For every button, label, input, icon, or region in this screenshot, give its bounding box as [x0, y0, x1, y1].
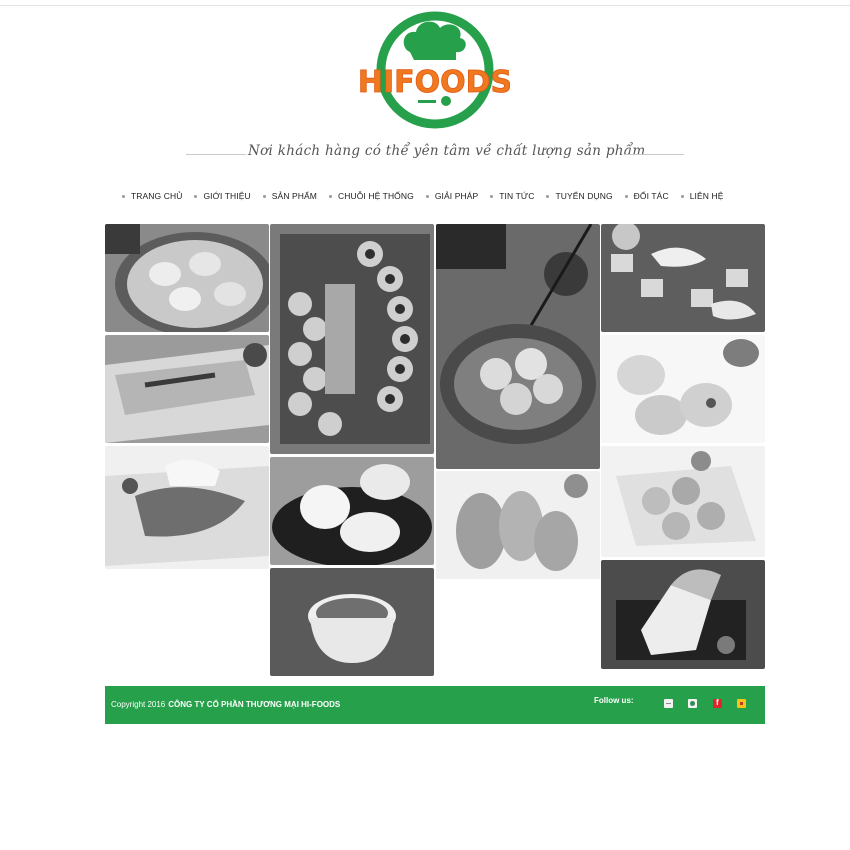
nav-label: GIẢI PHÁP: [434, 191, 479, 201]
social-icon-1[interactable]: [664, 699, 673, 708]
company-name: CÔNG TY CỔ PHẦN THƯƠNG MẠI HI-FOODS: [168, 700, 341, 709]
bullet-icon: [490, 194, 494, 198]
sliced-fruit-photo[interactable]: [601, 560, 765, 669]
soup-bowl-photo[interactable]: [270, 568, 434, 676]
bullet-icon: [122, 194, 125, 198]
bullet-icon: [546, 194, 550, 198]
nav-label: TRANG CHỦ: [131, 191, 183, 201]
slogan-bar: Nơi khách hàng có thể yên tâm về chất lư…: [186, 143, 684, 165]
nav-label: TIN TỨC: [499, 191, 535, 201]
copyright-text: Copyright 2016 CÔNG TY CỔ PHẦN THƯƠNG MẠI…: [111, 700, 340, 709]
social-icon-3[interactable]: [713, 698, 722, 708]
nav-label: LIÊN HỆ: [689, 191, 724, 201]
nav-label: CHUỖI HỆ THỐNG: [337, 191, 414, 201]
follow-us-label: Follow us:: [594, 696, 634, 705]
nav-item-giai-phap[interactable]: GIẢI PHÁP: [425, 191, 479, 201]
copyright-prefix: Copyright 2016: [111, 700, 166, 709]
fried-rolls-photo[interactable]: [436, 471, 600, 579]
nav-item-tin-tuc[interactable]: TIN TỨC: [490, 191, 534, 201]
shrimp-ice-photo[interactable]: [601, 224, 765, 332]
nav-item-san-pham[interactable]: SẢN PHẨM: [262, 191, 317, 201]
slogan-text: Nơi khách hàng có thể yên tâm về chất lư…: [248, 143, 646, 159]
slogan-divider-right: [624, 154, 684, 155]
slogan-divider-left: [186, 154, 246, 155]
social-icon-2[interactable]: [688, 699, 697, 708]
nav-item-tuyen-dung[interactable]: TUYỂN DỤNG: [546, 191, 613, 201]
nav-label: GIỚI THIỆU: [203, 191, 251, 201]
spring-rolls-photo[interactable]: [105, 335, 269, 443]
bullet-icon: [262, 194, 266, 198]
bullet-icon: [425, 194, 429, 198]
nav-item-chuoi-he-thong[interactable]: CHUỖI HỆ THỐNG: [328, 191, 414, 201]
hifoods-logo[interactable]: HIFOODS: [360, 8, 510, 130]
social-icon-4[interactable]: [737, 699, 746, 708]
logo-text: HIFOODS: [360, 65, 510, 100]
nav-label: TUYỂN DỤNG: [555, 191, 613, 201]
nav-item-doi-tac[interactable]: ĐỐI TÁC: [624, 191, 669, 201]
seafood-balls-photo[interactable]: [601, 446, 765, 557]
dumplings-photo[interactable]: [601, 335, 765, 443]
steamed-buns-photo[interactable]: [270, 457, 434, 565]
sushi-platter-photo[interactable]: [270, 224, 434, 454]
bullet-icon: [624, 194, 628, 198]
main-nav: TRANG CHỦ GIỚI THIỆU SẢN PHẨM CHUỖI HỆ T…: [122, 189, 735, 203]
nav-item-gioi-thieu[interactable]: GIỚI THIỆU: [194, 191, 251, 201]
nav-item-trang-chu[interactable]: TRANG CHỦ: [122, 191, 182, 201]
nav-item-lien-he[interactable]: LIÊN HỆ: [680, 191, 724, 201]
bullet-icon: [194, 194, 198, 198]
bullet-icon: [328, 194, 332, 198]
site-footer: Copyright 2016 CÔNG TY CỔ PHẦN THƯƠNG MẠI…: [105, 686, 765, 724]
top-divider: [0, 5, 850, 6]
nav-label: ĐỐI TÁC: [633, 191, 669, 201]
fish-balls-chopsticks-photo[interactable]: [436, 224, 600, 469]
bullet-icon: [680, 194, 684, 198]
nav-label: SẢN PHẨM: [271, 191, 317, 201]
product-gallery: [105, 224, 765, 676]
grilled-fish-photo[interactable]: [105, 446, 269, 569]
dim-sum-steamer-photo[interactable]: [105, 224, 269, 332]
